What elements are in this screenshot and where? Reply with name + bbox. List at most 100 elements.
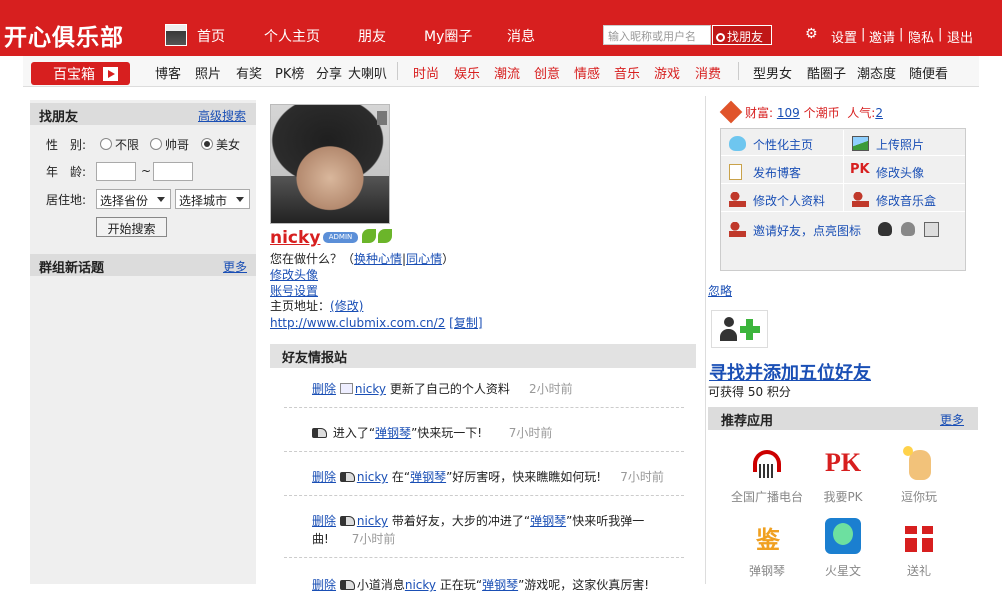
nav-home[interactable]: 首页 [197,26,225,46]
subnav-item[interactable]: 情感 [574,63,600,82]
link-privacy[interactable]: 隐私 [908,27,934,46]
link-settings[interactable]: 设置 [831,27,857,46]
subnav-item[interactable]: 型男女 [753,63,792,82]
nav-profile[interactable]: 个人主页 [264,26,320,46]
homepage-url-link[interactable]: http://www.clubmix.com.cn/2 [270,316,445,330]
quick-edit-avatar[interactable]: PK 修改头像 [844,158,965,184]
ignore-link[interactable]: 忽略 [708,282,732,299]
subnav-item[interactable]: 潮流 [494,63,520,82]
subnav-item[interactable]: PK榜 [275,63,304,82]
subnav-item[interactable]: 消费 [695,63,721,82]
quick-personalize-homepage[interactable]: 个性化主页 [721,130,843,156]
find-five-friends-link[interactable]: 寻找并添加五位好友 [709,359,871,385]
pk-icon: PK [824,448,862,477]
subnav-item[interactable]: 随便看 [909,63,948,82]
start-search-button[interactable]: 开始搜索 [96,217,167,237]
advanced-search-link[interactable]: 高级搜索 [198,107,246,124]
copy-url-link[interactable]: [复制] [449,316,482,330]
martian-icon [821,518,865,558]
play-icon [103,67,118,81]
same-mood-link[interactable]: 同心情 [406,252,442,266]
subnav-item[interactable]: 游戏 [654,63,680,82]
nav-my-circle[interactable]: My圈子 [424,26,472,46]
add-friend-icon[interactable] [711,310,768,348]
site-logo[interactable]: 开心俱乐部 [4,18,124,52]
mood-close: ） [442,252,455,266]
subnav-item[interactable]: 酷圈子 [807,63,846,82]
gender-radio-male[interactable] [150,138,162,150]
quick-invite-friends[interactable]: 邀请好友，点亮图标 [721,216,871,242]
feed-game-link[interactable]: 弹钢琴 [482,578,518,592]
quick-post-blog[interactable]: 发布博客 [721,158,843,184]
friend-search-input[interactable]: 输入昵称或用户名 [603,25,711,45]
msn-icon[interactable] [901,222,915,236]
gender-radio-female[interactable] [201,138,213,150]
app-piano[interactable]: 鉴 弹钢琴 [727,518,807,579]
subnav-item[interactable]: 分享 [316,63,342,82]
treasure-box-button[interactable]: 百宝箱 [31,62,130,85]
edit-avatar-link[interactable]: 修改头像 [270,266,318,283]
feed-game-link[interactable]: 弹钢琴 [530,514,566,528]
apps-more-link[interactable]: 更多 [940,411,964,428]
link-invite[interactable]: 邀请 [869,27,895,46]
quick-upload-photo[interactable]: 上传照片 [844,130,965,156]
settings-icon[interactable]: ⚙ [805,26,818,42]
province-select[interactable]: 选择省份 [96,189,171,209]
pk-icon: PK [850,162,870,177]
subnav-item[interactable]: 有奖 [236,63,262,82]
age-max-input[interactable] [153,162,193,181]
subnav-item[interactable]: 博客 [155,63,181,82]
profile-username[interactable]: nicky [270,228,320,248]
quick-edit-profile[interactable]: 修改个人资料 [721,186,843,212]
coin-count-link[interactable]: 109 [777,106,800,120]
app-radio[interactable]: 全国广播电台 [727,444,807,505]
feed-delete-link[interactable]: 删除 [312,514,336,528]
subnav-item[interactable]: 大喇叭 [348,63,387,82]
gift-icon [897,518,941,558]
quick-action-label: 邀请好友，点亮图标 [753,224,862,238]
app-martian-text[interactable]: 火星文 [803,518,883,579]
quick-edit-music-box[interactable]: 修改音乐盒 [844,186,965,212]
feed-delete-link[interactable]: 删除 [312,382,336,396]
popularity-count-link[interactable]: 2 [875,106,883,120]
piano-app-icon: 鉴 [756,526,780,554]
nav-messages[interactable]: 消息 [507,26,535,46]
leaf-icon [378,229,392,243]
profile-card-icon [339,383,353,394]
feed-game-link[interactable]: 弹钢琴 [375,426,411,440]
group-topics-more-link[interactable]: 更多 [223,258,247,275]
feed-user-link[interactable]: nicky [357,470,388,484]
city-select[interactable]: 选择城市 [175,189,250,209]
app-pk[interactable]: PK 我要PK [803,444,883,505]
feed-delete-link[interactable]: 删除 [312,470,336,484]
popularity-label: 人气: [847,106,876,120]
nav-friends[interactable]: 朋友 [358,26,386,46]
treasure-box-label: 百宝箱 [53,67,95,83]
change-mood-link[interactable]: 换种心情 [354,252,402,266]
gender-option-label: 美女 [216,138,241,152]
subnav-item[interactable]: 时尚 [413,63,439,82]
link-logout[interactable]: 退出 [947,27,973,46]
mail-icon[interactable] [924,222,939,237]
homepage-edit-link[interactable]: (修改) [330,299,363,313]
separator: | [861,27,866,42]
subnav-item[interactable]: 潮态度 [857,63,896,82]
profile-photo[interactable] [270,104,390,224]
feed-user-link[interactable]: nicky [355,382,386,396]
subnav-item[interactable]: 创意 [534,63,560,82]
feed-delete-link[interactable]: 删除 [312,578,336,592]
gender-radio-any[interactable] [100,138,112,150]
qq-icon[interactable] [878,222,892,236]
user-avatar-small[interactable] [165,24,187,46]
feed-game-link[interactable]: 弹钢琴 [410,470,446,484]
app-tease[interactable]: 逗你玩 [879,444,959,505]
subnav-item[interactable]: 音乐 [614,63,640,82]
feed-user-link[interactable]: nicky [405,578,436,592]
app-gift[interactable]: 送礼 [879,518,959,579]
feed-text: ”快来玩一下! [411,426,483,440]
find-friend-button[interactable]: 找朋友 [712,25,772,45]
age-min-input[interactable] [96,162,136,181]
subnav-item[interactable]: 娱乐 [454,63,480,82]
subnav-item[interactable]: 照片 [195,63,221,82]
feed-user-link[interactable]: nicky [357,514,388,528]
